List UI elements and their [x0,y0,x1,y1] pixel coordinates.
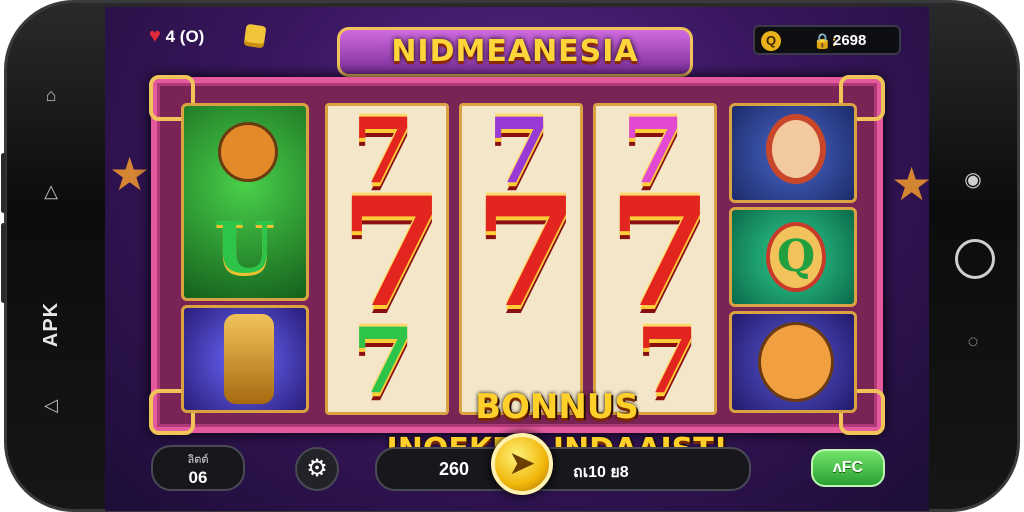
reel-3: 7 7 [459,103,583,415]
home-button[interactable] [955,239,995,279]
bet-panel[interactable]: ลิตต์ 06 [151,445,245,491]
reel-4: 7 7 7 [593,103,717,415]
top-bar: ♥ 4 (O) NIDMEANESIA Q 🔒: 2698 [105,7,929,77]
balance-display: Q 🔒: 2698 [753,25,901,55]
tiger-face [758,322,834,402]
tiger-face [218,122,278,182]
system-nav-bar: ⌂ △ APK ◁ [33,63,69,463]
gear-icon[interactable]: ⚙ [295,447,339,491]
reels-frame: U 7 7 7 7 7 7 7 7 Q BONNUS [149,75,885,467]
symbol-tiger [729,311,857,413]
home-icon[interactable]: ⌂ [39,83,63,107]
game-screen: ★ ★ ♥ 4 (O) NIDMEANESIA Q 🔒: 2698 U 7 7 … [105,7,929,511]
action-button[interactable]: ᴧFC [811,449,885,487]
star-decoration: ★ [891,158,929,210]
spin-button[interactable]: ➤ [491,433,553,495]
total-value: 260 [439,459,470,479]
symbol-q: Q [729,207,857,307]
symbol-u: U [214,206,276,289]
gem-icon [243,23,267,49]
coin-icon: Q [761,31,781,51]
seven-symbol: 7 [340,165,445,341]
bonus-line-1: BONNUS [475,387,639,427]
game-title: NIDMEANESIA [337,27,693,77]
lives-text: 4 (O) [165,27,205,46]
heart-icon: ♥ [149,25,161,47]
symbol-tiger-green: U [181,103,309,301]
win-panel: 260 ถเ10 ย8 [375,447,751,491]
recent-apps-icon[interactable]: △ [39,179,63,203]
bet-value: 06 [188,468,208,487]
seven-symbol: 7 [608,165,713,341]
phone-frame: ⌂ △ APK ◁ ◉ ◌ ★ ★ ♥ 4 (O) NIDMEANESIA Q … [1,0,1020,512]
lives-indicator: ♥ 4 (O) [149,25,204,48]
bet-label: ลิตต์ [187,454,209,466]
win-text: ถเ10 ย8 [573,464,629,481]
star-decoration: ★ [109,148,151,200]
pot-icon [224,314,274,404]
spin-icon: ➤ [509,447,535,480]
symbol-girl [729,103,857,203]
power-button [1,223,6,303]
balance-value: 2698 [833,32,867,49]
q-coin-icon: Q [766,222,826,292]
volume-button [1,153,6,213]
camera-icon: ◉ [964,169,982,191]
seven-symbol: 7 [474,165,579,341]
reel-2: 7 7 7 [325,103,449,415]
options-icon[interactable]: ◌ [953,331,993,352]
back-icon[interactable]: ◁ [39,393,63,417]
girl-face [766,114,826,184]
apk-label: APK [40,301,63,348]
symbol-treasure-pot [181,305,309,413]
